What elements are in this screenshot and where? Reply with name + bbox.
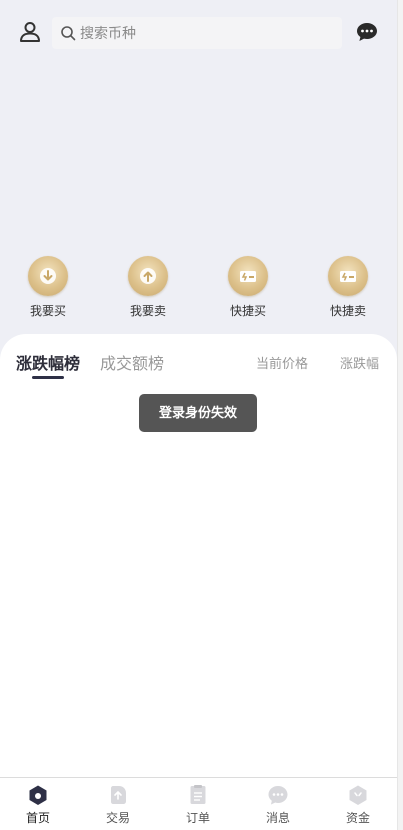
tabbar-home[interactable]: 首页 — [13, 784, 63, 826]
buy-arrow-down-icon — [28, 256, 68, 296]
tabbar-trade-label: 交易 — [105, 811, 130, 825]
column-price: 当前价格 — [256, 356, 309, 371]
quick-sell-card-icon — [328, 256, 368, 296]
toast-message: 登录身份失效 — [139, 394, 257, 432]
action-sell[interactable]: 我要卖 — [108, 256, 188, 320]
tab-underline — [32, 376, 64, 379]
tabbar-messages-label: 消息 — [265, 811, 290, 825]
header — [0, 14, 397, 50]
action-quick-buy-label: 快捷买 — [229, 304, 266, 318]
order-icon — [190, 785, 206, 804]
scrollbar[interactable] — [397, 0, 403, 830]
search-input[interactable] — [80, 17, 330, 49]
chat-bubble-icon[interactable] — [356, 22, 378, 42]
quick-actions: 我要买 我要卖 快捷买 快捷卖 — [0, 256, 397, 326]
sell-arrow-up-icon — [128, 256, 168, 296]
action-buy-label: 我要买 — [29, 304, 66, 318]
tabbar-messages[interactable]: 消息 — [253, 784, 303, 826]
tab-gainers[interactable]: 涨跌幅榜 — [16, 350, 80, 374]
tabbar-home-label: 首页 — [25, 811, 50, 825]
tab-volume[interactable]: 成交额榜 — [100, 350, 164, 374]
assets-icon — [349, 785, 367, 805]
search-icon — [61, 26, 76, 41]
search-box[interactable] — [52, 17, 342, 49]
tabbar-assets[interactable]: 资金 — [333, 784, 383, 826]
action-quick-sell[interactable]: 快捷卖 — [308, 256, 388, 320]
action-quick-buy[interactable]: 快捷买 — [208, 256, 288, 320]
tabbar-orders[interactable]: 订单 — [173, 784, 223, 826]
user-icon[interactable] — [18, 20, 42, 44]
action-quick-sell-label: 快捷卖 — [329, 304, 366, 318]
quick-buy-card-icon — [228, 256, 268, 296]
action-sell-label: 我要卖 — [129, 304, 166, 318]
home-icon — [29, 785, 47, 805]
message-icon — [268, 786, 288, 805]
action-buy[interactable]: 我要买 — [8, 256, 88, 320]
bottom-tab-bar: 首页 交易 订单 消息 资金 — [0, 777, 397, 830]
tabbar-orders-label: 订单 — [185, 811, 210, 825]
trade-icon — [111, 786, 126, 804]
column-change: 涨跌幅 — [340, 356, 380, 371]
tabbar-trade[interactable]: 交易 — [93, 784, 143, 826]
tabbar-assets-label: 资金 — [345, 811, 370, 825]
